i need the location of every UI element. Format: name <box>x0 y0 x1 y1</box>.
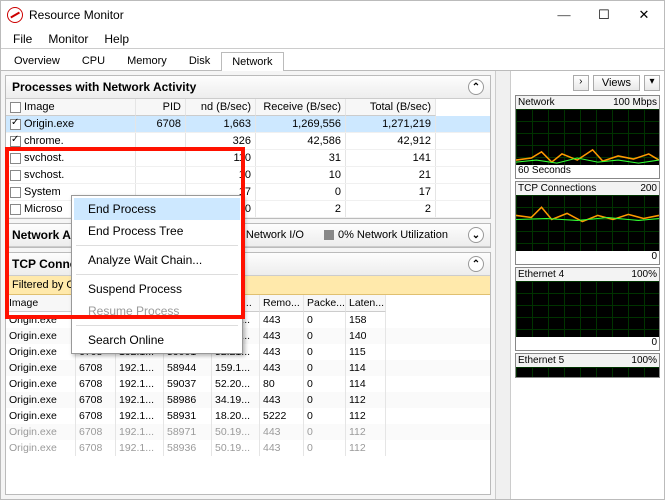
table-row[interactable]: Origin.exe67081,6631,269,5561,271,219 <box>6 116 490 133</box>
graph-ethernet5: Ethernet 5100% <box>515 353 660 378</box>
ctx-analyze-wait-chain[interactable]: Analyze Wait Chain... <box>74 249 240 271</box>
table-row[interactable]: Origin.exe6708192.1...5897150.19...44301… <box>6 424 490 440</box>
ctx-end-process[interactable]: End Process <box>74 198 240 220</box>
ctx-end-process-tree[interactable]: End Process Tree <box>74 220 240 242</box>
tab-network[interactable]: Network <box>221 52 283 71</box>
table-row[interactable]: Origin.exe6708192.1...5898634.19...44301… <box>6 392 490 408</box>
graph-network: Network100 Mbps 60 Seconds <box>515 95 660 179</box>
table-row[interactable]: Origin.exe6708192.1...5893650.19...44301… <box>6 440 490 456</box>
context-menu: End Process End Process Tree Analyze Wai… <box>71 195 243 354</box>
main-tabs: Overview CPU Memory Disk Network <box>1 49 664 71</box>
table-row[interactable]: Origin.exe6708192.1...5903752.20...80011… <box>6 376 490 392</box>
window-title: Resource Monitor <box>29 8 544 22</box>
titlebar: Resource Monitor — ☐ ✕ <box>1 1 664 29</box>
led-icon <box>324 230 334 240</box>
table-row[interactable]: svchost.101021 <box>6 167 490 184</box>
table-row[interactable]: svchost.11031141 <box>6 150 490 167</box>
app-icon <box>7 7 23 23</box>
row-checkbox[interactable] <box>10 153 21 164</box>
minimize-button[interactable]: — <box>544 1 584 29</box>
ctx-suspend-process[interactable]: Suspend Process <box>74 278 240 300</box>
menu-help[interactable]: Help <box>96 30 137 48</box>
scrollbar[interactable] <box>495 71 510 499</box>
graph-ethernet4: Ethernet 4100% 0 <box>515 267 660 351</box>
tab-overview[interactable]: Overview <box>3 51 71 70</box>
pane-collapse-icon[interactable]: › <box>573 75 589 91</box>
menu-file[interactable]: File <box>5 30 40 48</box>
table-row[interactable]: chrome.32642,58642,912 <box>6 133 490 150</box>
menu-bar: File Monitor Help <box>1 29 664 49</box>
close-button[interactable]: ✕ <box>624 1 664 29</box>
tab-disk[interactable]: Disk <box>178 51 221 70</box>
collapse-icon[interactable]: ⌃ <box>468 79 484 95</box>
menu-monitor[interactable]: Monitor <box>40 30 96 48</box>
ctx-search-online[interactable]: Search Online <box>74 329 240 351</box>
tab-cpu[interactable]: CPU <box>71 51 116 70</box>
row-checkbox[interactable] <box>10 187 21 198</box>
views-dropdown-icon[interactable]: ▾ <box>644 75 660 91</box>
table-row[interactable]: Origin.exe6708192.1...58944159.1...44301… <box>6 360 490 376</box>
row-checkbox[interactable] <box>10 170 21 181</box>
row-checkbox[interactable] <box>10 119 21 130</box>
graph-tcp: TCP Connections200 0 <box>515 181 660 265</box>
ctx-resume-process: Resume Process <box>74 300 240 322</box>
checkbox-all[interactable] <box>10 102 21 113</box>
table-row[interactable]: Origin.exe6708192.1...5893118.20...52220… <box>6 408 490 424</box>
views-button[interactable]: Views <box>593 75 640 91</box>
section-title: Processes with Network Activity <box>12 80 468 94</box>
tab-memory[interactable]: Memory <box>116 51 178 70</box>
expand-icon[interactable]: ⌄ <box>468 227 484 243</box>
graphs-pane: › Views ▾ Network100 Mbps 60 Seconds TCP… <box>510 71 664 499</box>
collapse-icon[interactable]: ⌃ <box>468 256 484 272</box>
maximize-button[interactable]: ☐ <box>584 1 624 29</box>
row-checkbox[interactable] <box>10 204 21 215</box>
row-checkbox[interactable] <box>10 136 21 147</box>
processes-header: Image PID nd (B/sec) Receive (B/sec) Tot… <box>6 99 490 116</box>
